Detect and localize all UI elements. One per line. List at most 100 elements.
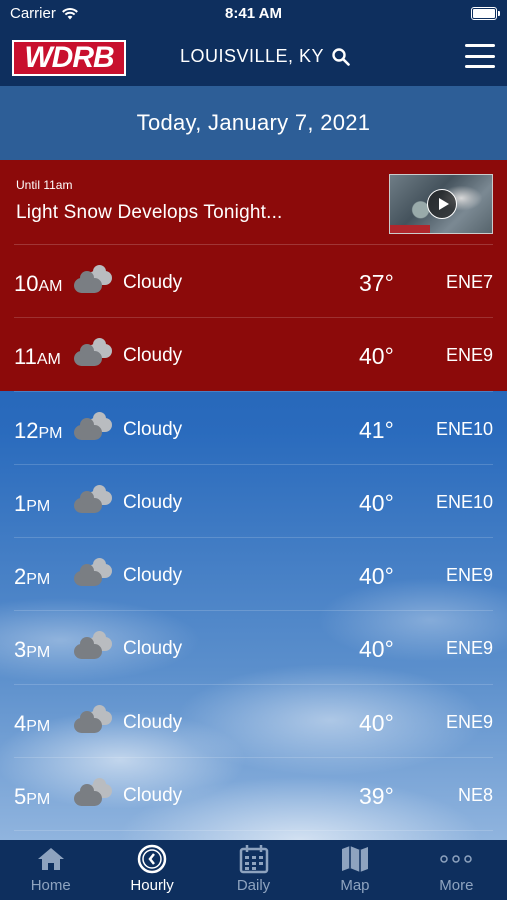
hour-ampm: PM <box>26 497 51 515</box>
hourly-row[interactable]: 4PM Cloudy 40° ENE9 <box>14 685 493 759</box>
hourly-content[interactable]: Until 11am Light Snow Develops Tonight..… <box>0 160 507 840</box>
wdrb-logo[interactable]: WDRB <box>12 40 126 76</box>
hour-label: 10AM <box>14 271 62 297</box>
tab-label: Map <box>340 877 370 894</box>
date-bar: Today, January 7, 2021 <box>0 86 507 160</box>
hour-number: 10 <box>14 271 39 296</box>
hourly-row[interactable]: 1PM Cloudy 40° ENE10 <box>14 465 493 539</box>
tab-more[interactable]: More <box>406 840 507 900</box>
hour-number: 2 <box>14 564 27 590</box>
hour-number: 12 <box>14 417 39 443</box>
status-bar: Carrier 8:41 AM <box>0 0 507 28</box>
tab-label: Hourly <box>130 877 174 894</box>
condition-label: Cloudy <box>123 711 183 733</box>
hour-number: 5 <box>14 784 27 810</box>
hour-label: 3PM <box>14 637 50 663</box>
calendar-icon <box>239 843 269 875</box>
search-icon[interactable] <box>332 47 350 66</box>
temperature: 39° <box>359 783 394 810</box>
temperature: 40° <box>359 709 394 736</box>
hour-ampm: AM <box>38 278 63 295</box>
tab-label: More <box>439 877 474 894</box>
cloudy-icon <box>74 411 112 442</box>
wind: ENE10 <box>435 491 493 512</box>
cloudy-icon <box>74 778 112 808</box>
wind: ENE10 <box>435 418 493 439</box>
alert-headline[interactable]: Light Snow Develops Tonight... <box>16 202 283 224</box>
cloudy-icon <box>74 265 112 295</box>
cloudy-icon <box>74 631 112 661</box>
hour-ampm: PM <box>26 791 51 809</box>
tab-hourly[interactable]: Hourly <box>101 840 202 900</box>
tab-label: Home <box>30 877 71 894</box>
temperature: 37° <box>359 270 394 296</box>
temperature: 40° <box>359 489 394 516</box>
tab-daily[interactable]: Daily <box>203 840 304 900</box>
hour-number: 4 <box>14 710 27 736</box>
hourly-row[interactable]: 5PM Cloudy 39° NE8 <box>14 758 493 832</box>
date-label: Today, January 7, 2021 <box>136 110 371 135</box>
battery-icon <box>471 7 500 20</box>
hour-label: 4PM <box>14 711 50 737</box>
hourly-row[interactable]: 2PM Cloudy 40° ENE9 <box>14 538 493 612</box>
hourly-row[interactable]: 12PM Cloudy 41° ENE10 <box>14 392 493 465</box>
hour-ampm: PM <box>26 717 51 735</box>
hourly-list: 10AM Cloudy 37° ENE7 11AM Cloudy 40° ENE9 12PM Cl… <box>0 245 507 832</box>
home-icon <box>36 843 66 875</box>
hour-number: 1 <box>14 490 27 516</box>
temperature: 40° <box>359 563 394 590</box>
clock-icon <box>137 843 167 875</box>
hour-ampm: PM <box>38 424 63 442</box>
cloudy-icon <box>74 704 112 735</box>
hour-ampm: PM <box>26 644 51 662</box>
wind: ENE9 <box>445 711 493 732</box>
hour-ampm: AM <box>36 351 61 369</box>
hour-label: 2PM <box>14 564 50 590</box>
hour-number: 3 <box>14 637 27 663</box>
condition-label: Cloudy <box>123 638 183 660</box>
alert-header[interactable]: Until 11am Light Snow Develops Tonight..… <box>14 160 493 245</box>
hour-label: 12PM <box>14 418 62 444</box>
condition-label: Cloudy <box>123 272 183 293</box>
alert-video-thumbnail[interactable] <box>389 174 493 234</box>
condition-label: Cloudy <box>123 565 183 587</box>
alert-until: Until 11am <box>16 178 73 192</box>
wind: ENE9 <box>445 638 493 659</box>
wind: ENE7 <box>445 272 493 292</box>
hourly-row[interactable]: 10AM Cloudy 37° ENE7 <box>14 245 493 319</box>
menu-icon[interactable] <box>465 44 495 68</box>
status-time: 8:41 AM <box>225 5 282 22</box>
wind: ENE9 <box>445 565 493 586</box>
cloudy-icon <box>74 484 112 515</box>
temperature: 41° <box>359 416 394 443</box>
hourly-row[interactable]: 3PM Cloudy 40° ENE9 <box>14 611 493 685</box>
condition-label: Cloudy <box>123 345 183 367</box>
cloudy-icon <box>74 558 112 588</box>
more-icon <box>439 843 473 875</box>
hour-number: 11 <box>14 344 37 370</box>
condition-label: Cloudy <box>123 491 183 513</box>
tab-label: Daily <box>236 877 271 894</box>
hour-label: 1PM <box>14 491 50 517</box>
tab-home[interactable]: Home <box>0 840 101 900</box>
tab-bar: Home Hourly Daily Map More <box>0 840 507 900</box>
map-icon <box>340 843 370 875</box>
location-label: LOUISVILLE, KY <box>180 46 325 66</box>
logo-text: WDRB <box>24 41 114 74</box>
top-bar: Carrier 8:41 AM WDRB LOUISVILLE, KY <box>0 0 507 86</box>
hour-label: 5PM <box>14 784 50 810</box>
temperature: 40° <box>359 636 394 663</box>
play-icon[interactable] <box>427 189 457 219</box>
wind: NE8 <box>457 785 493 806</box>
condition-label: Cloudy <box>123 785 183 807</box>
hour-label: 11AM <box>14 344 61 370</box>
hourly-row[interactable]: 11AM Cloudy 40° ENE9 <box>14 318 493 392</box>
tab-map[interactable]: Map <box>304 840 405 900</box>
app-header: WDRB LOUISVILLE, KY <box>0 28 507 86</box>
cloudy-icon <box>74 338 112 368</box>
hour-ampm: PM <box>26 571 51 589</box>
wind: ENE9 <box>445 345 493 366</box>
location-selector[interactable]: LOUISVILLE, KY <box>180 46 350 67</box>
condition-label: Cloudy <box>123 418 183 440</box>
temperature: 40° <box>359 343 394 370</box>
